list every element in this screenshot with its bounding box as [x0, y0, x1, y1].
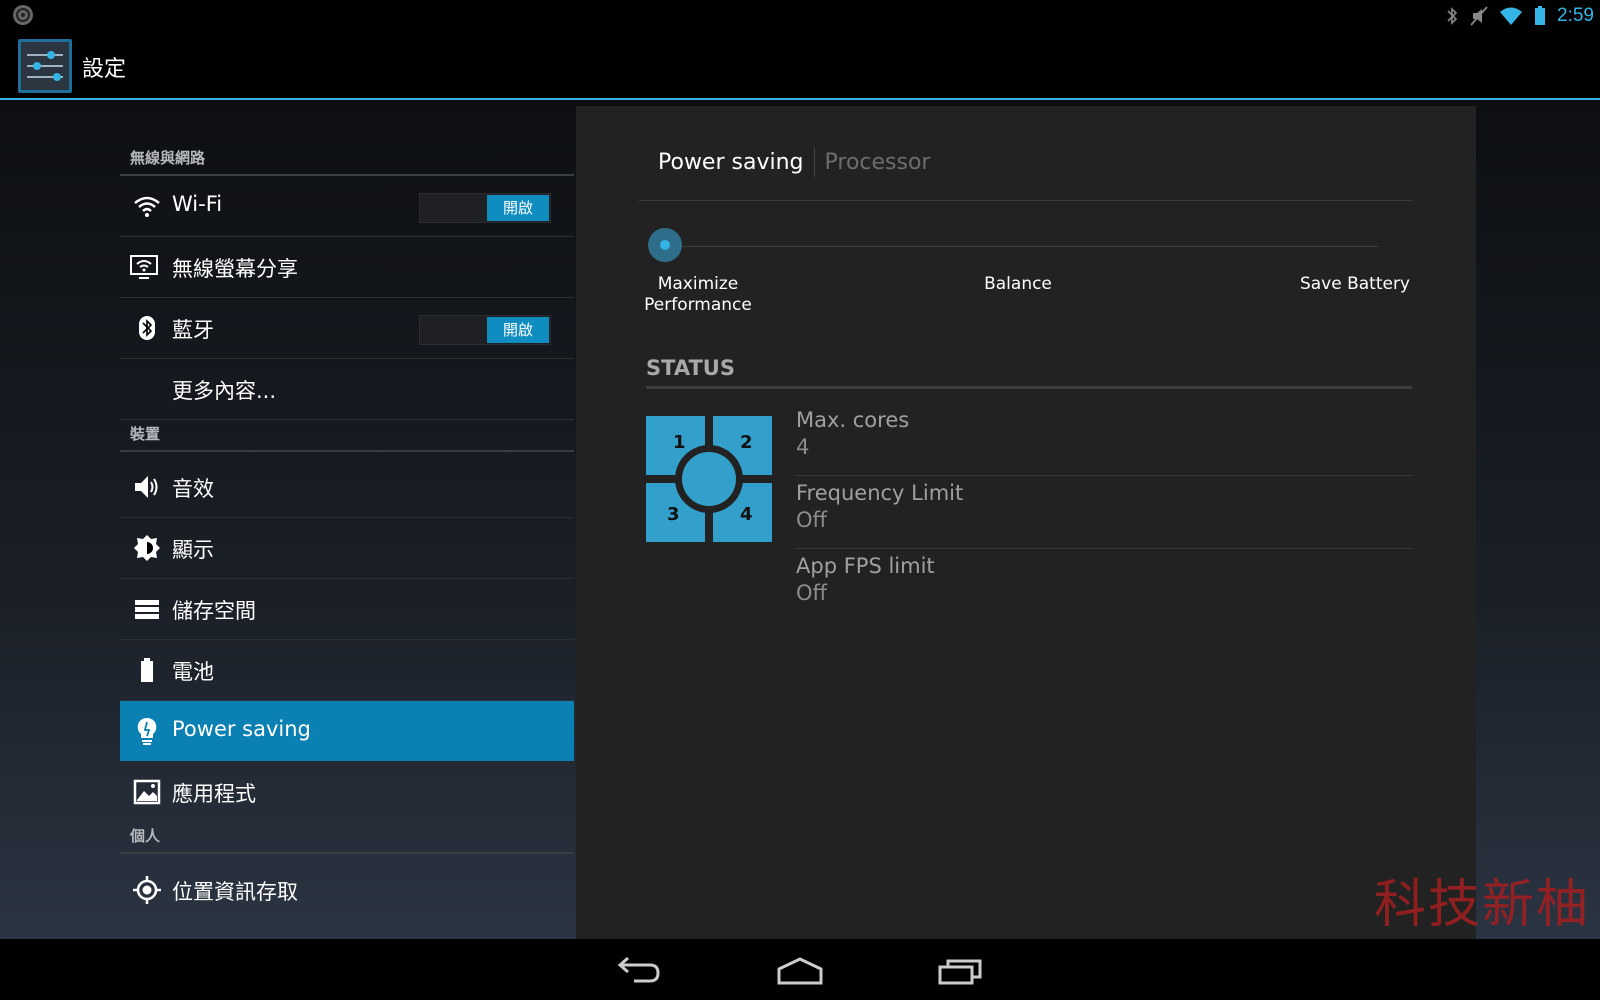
brightness-icon	[134, 535, 160, 561]
toggle-on-label: 開啟	[487, 317, 549, 343]
clock: 2:59	[1557, 5, 1594, 26]
battery-icon	[1535, 6, 1546, 25]
bluetooth-toggle[interactable]: 開啟	[419, 315, 551, 345]
sidebar-item-label: 應用程式	[172, 782, 256, 806]
tab-processor[interactable]: Processor	[815, 150, 941, 175]
core-label-4: 4	[740, 504, 753, 525]
battery-icon	[141, 658, 153, 682]
section-header-wireless: 無線與網路	[120, 144, 574, 176]
sidebar-item-label: 藍牙	[172, 318, 214, 342]
toggle-on-label: 開啟	[487, 195, 549, 221]
status-value: 4	[796, 435, 810, 459]
settings-sidebar: 無線與網路 Wi-Fi 開啟 無線螢幕分享 藍牙 開啟 更多內容... 裝置 音…	[120, 100, 574, 939]
sidebar-item-label: Wi-Fi	[172, 192, 223, 216]
status-bar: 2:59	[0, 0, 1600, 31]
tab-divider-line	[639, 200, 1412, 201]
status-label: Frequency Limit	[796, 481, 964, 505]
status-label: Max. cores	[796, 408, 910, 432]
sidebar-item-wifi[interactable]: Wi-Fi 開啟	[120, 176, 574, 237]
status-row-max-cores: Max. cores 4	[796, 404, 1412, 476]
sidebar-item-power-saving[interactable]: Power saving	[120, 701, 574, 761]
section-header-personal: 個人	[120, 822, 574, 854]
slider-option-balance[interactable]: Balance	[948, 274, 1088, 295]
content-area: 無線與網路 Wi-Fi 開啟 無線螢幕分享 藍牙 開啟 更多內容... 裝置 音…	[0, 100, 1600, 939]
wifi-toggle[interactable]: 開啟	[419, 193, 551, 223]
sidebar-item-screen-share[interactable]: 無線螢幕分享	[120, 237, 574, 298]
sidebar-item-label: 無線螢幕分享	[172, 257, 298, 281]
status-divider	[646, 386, 1412, 389]
recent-apps-icon[interactable]	[936, 953, 986, 987]
navigation-bar	[0, 939, 1600, 1000]
sidebar-item-label: 更多內容...	[172, 379, 277, 403]
sidebar-item-battery[interactable]: 電池	[120, 640, 574, 701]
sidebar-item-location[interactable]: 位置資訊存取	[120, 860, 574, 921]
sidebar-item-display[interactable]: 顯示	[120, 518, 574, 579]
sidebar-item-label: 電池	[172, 660, 214, 684]
sidebar-item-label: 位置資訊存取	[172, 880, 298, 904]
tab-bar: Power saving Processor	[648, 142, 940, 182]
sidebar-item-label: 儲存空間	[172, 599, 256, 623]
core-label-2: 2	[740, 432, 753, 453]
tab-power-saving[interactable]: Power saving	[648, 150, 814, 175]
core-label-1: 1	[673, 432, 686, 453]
location-icon	[133, 876, 161, 904]
status-value: Off	[796, 508, 827, 532]
watermark: 科技新柚	[1373, 875, 1590, 935]
power-mode-slider-thumb[interactable]	[648, 228, 682, 262]
status-heading: STATUS	[646, 356, 735, 380]
bluetooth-icon	[1447, 7, 1458, 25]
lightbulb-icon	[137, 717, 157, 745]
slider-option-maximize-performance[interactable]: Maximize Performance	[628, 274, 768, 316]
storage-icon	[135, 600, 159, 619]
sidebar-item-more[interactable]: 更多內容...	[120, 359, 574, 420]
sidebar-item-apps[interactable]: 應用程式	[120, 762, 574, 823]
power-mode-slider-track[interactable]	[666, 246, 1378, 247]
screen-share-icon	[130, 255, 158, 279]
settings-sliders-icon[interactable]	[18, 39, 72, 93]
core-label-3: 3	[667, 504, 680, 525]
sidebar-item-storage[interactable]: 儲存空間	[120, 579, 574, 640]
home-icon[interactable]	[775, 953, 825, 987]
back-icon[interactable]	[614, 953, 664, 987]
sidebar-item-label: Power saving	[172, 717, 311, 741]
bluetooth-icon	[139, 316, 155, 340]
status-row-app-fps-limit: App FPS limit Off	[796, 550, 1412, 612]
sidebar-item-label: 顯示	[172, 538, 214, 562]
power-saving-panel: Power saving Processor Maximize Performan…	[576, 106, 1476, 939]
wifi-icon	[134, 196, 160, 217]
page-title: 設定	[82, 57, 127, 82]
android-debug-icon	[13, 5, 33, 25]
mute-icon	[1470, 6, 1488, 26]
slider-option-save-battery[interactable]: Save Battery	[1270, 274, 1410, 295]
status-value: Off	[796, 581, 827, 605]
wifi-icon	[1500, 7, 1523, 25]
apps-icon	[133, 779, 161, 805]
sidebar-item-sound[interactable]: 音效	[120, 457, 574, 518]
cpu-cores-icon: 1 2 3 4	[646, 416, 772, 542]
action-bar: 設定	[0, 31, 1600, 100]
sidebar-item-label: 音效	[172, 477, 214, 501]
status-row-frequency-limit: Frequency Limit Off	[796, 477, 1412, 549]
speaker-icon	[135, 476, 158, 498]
section-header-device: 裝置	[120, 420, 574, 452]
sidebar-item-bluetooth[interactable]: 藍牙 開啟	[120, 298, 574, 359]
status-label: App FPS limit	[796, 554, 935, 578]
